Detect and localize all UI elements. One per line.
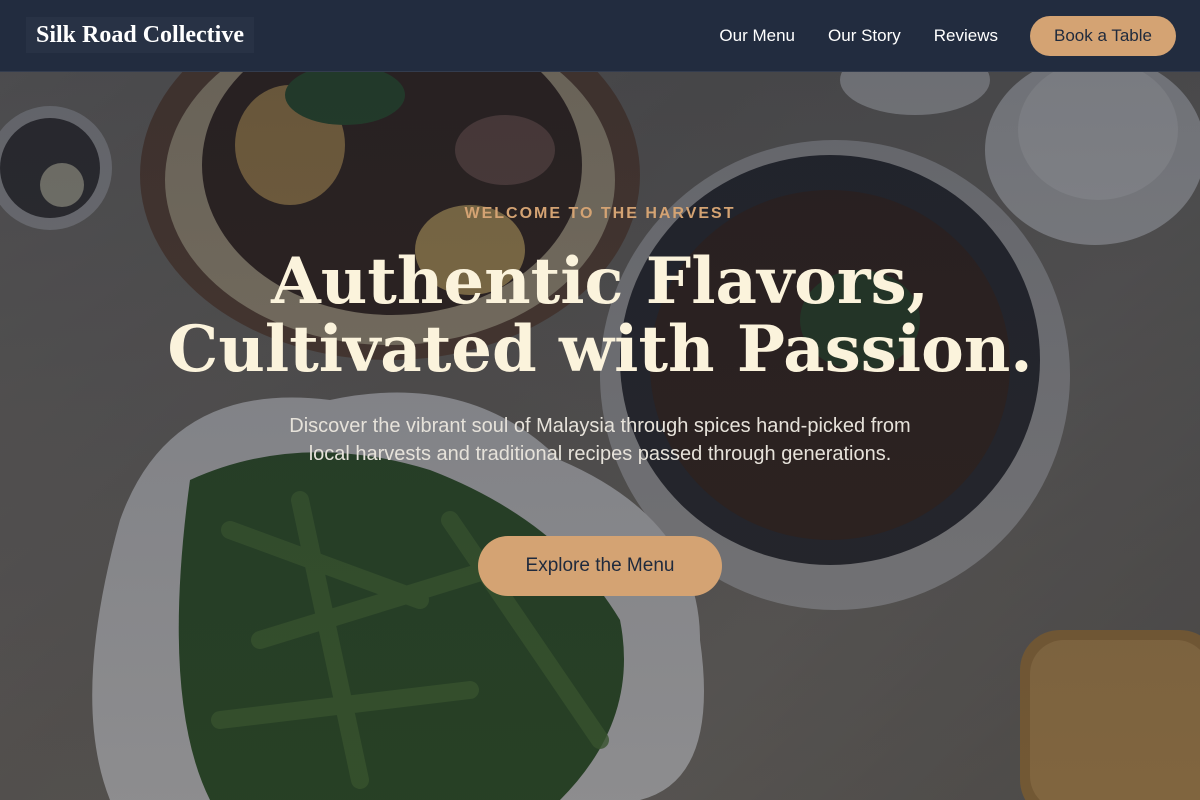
hero-eyebrow: WELCOME TO THE HARVEST (464, 205, 736, 222)
hero-headline: Authentic Flavors, Cultivated with Passi… (0, 248, 1200, 384)
hero-headline-line-2: Cultivated with Passion. (167, 312, 1033, 387)
hero-headline-line-1: Authentic Flavors, (271, 244, 929, 319)
hero-section: WELCOME TO THE HARVEST Authentic Flavors… (0, 0, 1200, 800)
explore-menu-button[interactable]: Explore the Menu (478, 536, 722, 596)
hero-subtext: Discover the vibrant soul of Malaysia th… (289, 415, 911, 465)
